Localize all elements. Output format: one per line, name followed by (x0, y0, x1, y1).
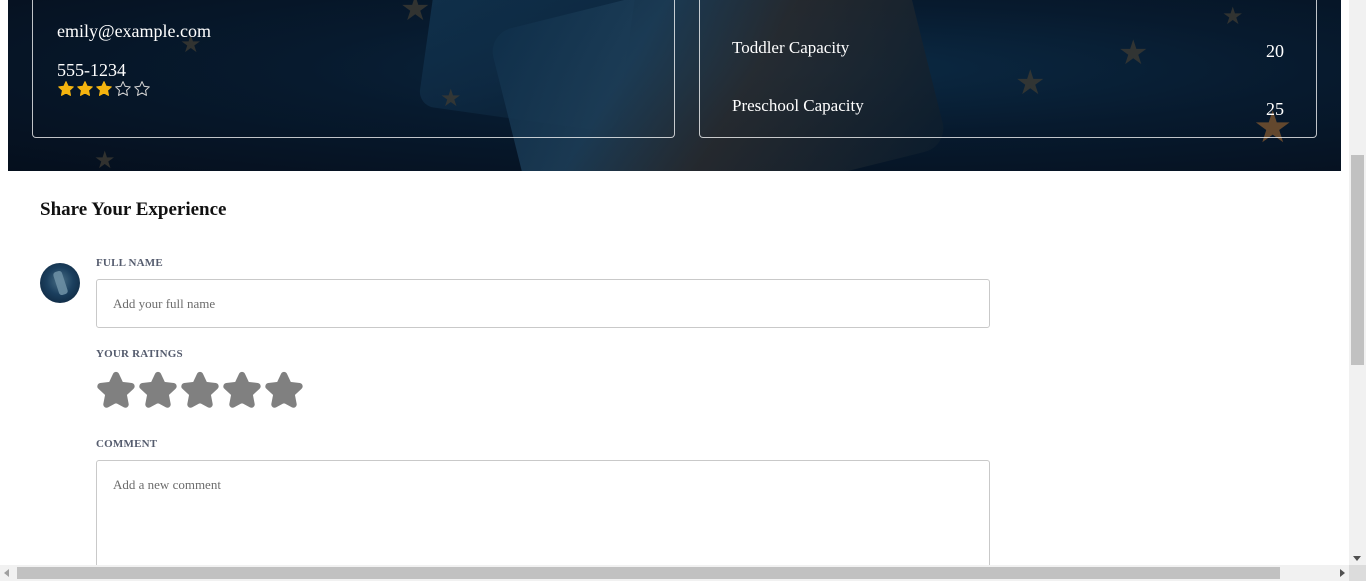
star-empty-icon (133, 80, 151, 98)
star-filled-icon (57, 80, 75, 98)
capacity-value: 20 (1266, 41, 1284, 61)
contact-phone: 555-1234 (57, 60, 126, 80)
capacity-label: Toddler Capacity (732, 38, 850, 57)
rating-star-button[interactable] (222, 368, 262, 412)
star-icon (265, 371, 303, 408)
vertical-scrollbar[interactable] (1349, 0, 1366, 565)
rating-star-button[interactable] (264, 368, 304, 412)
scroll-left-arrow-icon[interactable] (4, 569, 9, 577)
full-name-label: FULL NAME (96, 257, 163, 269)
capacity-row-preschool: Preschool Capacity 25 (732, 96, 1284, 120)
star-icon (97, 371, 135, 408)
vertical-scrollbar-thumb[interactable] (1351, 155, 1364, 365)
hero-banner: ★ ★ ★ ★ ★ ★ ★ ★ emily@example.com 555-12… (8, 0, 1341, 171)
star-filled-icon (95, 80, 113, 98)
horizontal-scrollbar[interactable] (0, 565, 1349, 581)
star-icon (181, 371, 219, 408)
contact-card: emily@example.com 555-1234 (32, 0, 675, 138)
star-icon (139, 371, 177, 408)
ratings-label: YOUR RATINGS (96, 348, 183, 360)
full-name-input[interactable] (96, 279, 990, 328)
user-avatar (40, 263, 80, 303)
scrollbar-corner (1349, 565, 1366, 581)
comment-label: COMMENT (96, 438, 158, 450)
decorative-star-icon: ★ (94, 146, 116, 171)
capacity-row-toddler: Toddler Capacity 20 (732, 38, 1284, 62)
star-empty-icon (114, 80, 132, 98)
rating-star-button[interactable] (138, 368, 178, 412)
capacity-value: 25 (1266, 99, 1284, 119)
rating-star-button[interactable] (180, 368, 220, 412)
horizontal-scrollbar-thumb[interactable] (17, 567, 1280, 579)
capacity-label: Preschool Capacity (732, 96, 864, 115)
capacity-card: Toddler Capacity 20 Preschool Capacity 2… (699, 0, 1317, 138)
star-filled-icon (76, 80, 94, 98)
scroll-right-arrow-icon[interactable] (1340, 569, 1345, 577)
rating-input (96, 368, 304, 412)
rating-star-button[interactable] (96, 368, 136, 412)
page-viewport: ★ ★ ★ ★ ★ ★ ★ ★ emily@example.com 555-12… (0, 0, 1349, 565)
review-section-title: Share Your Experience (40, 199, 227, 220)
star-icon (223, 371, 261, 408)
comment-textarea[interactable] (96, 460, 990, 565)
scroll-down-arrow-icon[interactable] (1353, 556, 1361, 561)
contact-email: emily@example.com (57, 21, 212, 41)
rating-display (57, 80, 151, 98)
